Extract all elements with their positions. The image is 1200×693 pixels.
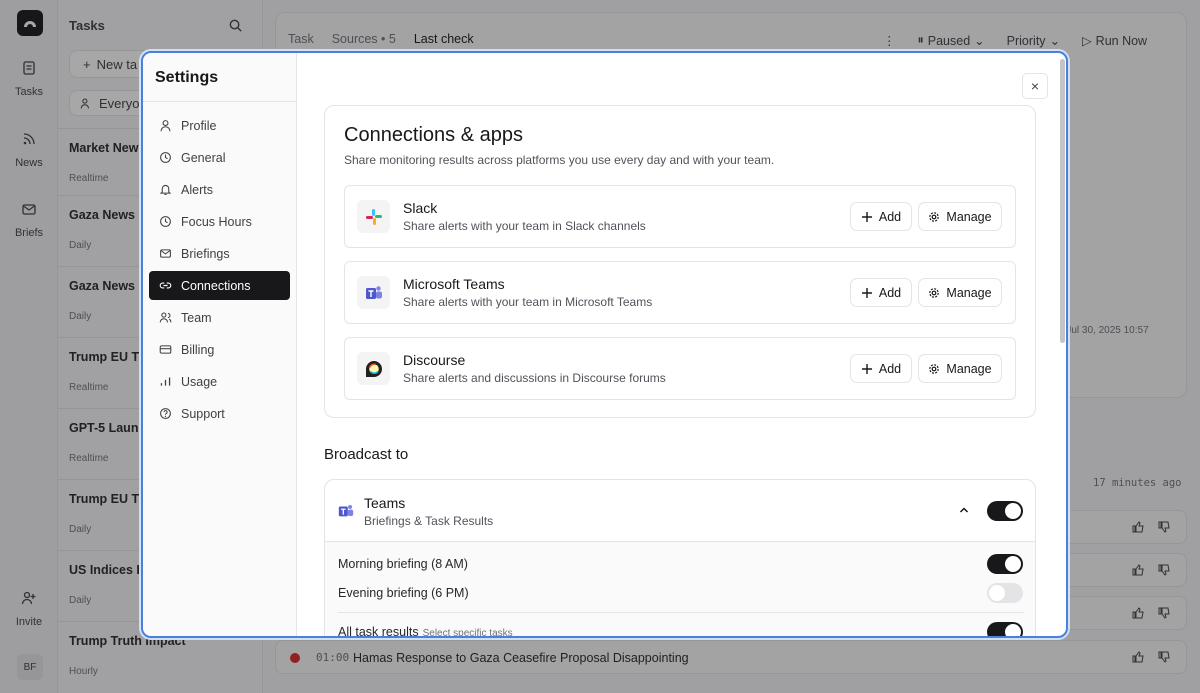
settings-item-alerts[interactable]: Alerts — [149, 175, 290, 204]
settings-item-connections[interactable]: Connections — [149, 271, 290, 300]
help-circle-icon — [160, 408, 171, 419]
add-label: Add — [878, 361, 902, 376]
connections-card: Connections & apps Share monitoring resu… — [324, 105, 1036, 418]
close-button[interactable]: × — [1022, 73, 1048, 99]
app-name: Slack — [403, 200, 438, 216]
settings-item-label: Connections — [181, 278, 251, 293]
bell-icon — [159, 184, 172, 195]
clock-icon — [160, 152, 171, 163]
settings-item-label: Support — [181, 406, 225, 421]
divider — [338, 612, 1024, 613]
settings-item-label: Alerts — [181, 182, 213, 197]
add-label: Add — [878, 285, 902, 300]
settings-item-label: General — [181, 150, 226, 165]
plus-icon — [861, 211, 872, 222]
add-label: Add — [878, 209, 902, 224]
broadcast-options: Morning briefing (8 AM) Evening briefing… — [325, 542, 1035, 636]
gear-icon — [929, 287, 940, 298]
all-results-label: All task results — [338, 625, 419, 636]
settings-item-focus-hours[interactable]: Focus Hours — [149, 207, 290, 236]
clock-icon — [160, 216, 171, 227]
chevron-up-icon[interactable] — [958, 504, 970, 516]
user-icon — [160, 120, 171, 132]
morning-briefing-toggle[interactable] — [987, 554, 1023, 574]
select-specific-tasks-link[interactable]: Select specific tasks — [423, 628, 513, 636]
card-icon — [159, 345, 172, 354]
app-description: Share alerts and discussions in Discours… — [403, 371, 666, 385]
link-icon — [159, 282, 172, 289]
settings-modal: Settings Profile General Alerts Focus Ho… — [141, 51, 1068, 638]
settings-content: Connections & apps Share monitoring resu… — [298, 53, 1063, 636]
settings-menu: Profile General Alerts Focus Hours Brief… — [149, 111, 290, 431]
option-morning-briefing: Morning briefing (8 AM) — [338, 557, 468, 571]
manage-discourse-button[interactable]: Manage — [918, 354, 1002, 383]
app-description: Share alerts with your team in Slack cha… — [403, 219, 646, 233]
settings-item-support[interactable]: Support — [149, 399, 290, 428]
broadcast-target-header[interactable]: Teams Briefings & Task Results — [325, 480, 1035, 542]
manage-label: Manage — [946, 209, 992, 224]
settings-item-label: Team — [181, 310, 212, 325]
settings-item-label: Usage — [181, 374, 218, 389]
app-name: Discourse — [403, 352, 466, 368]
teams-icon — [338, 504, 354, 517]
slack-icon — [357, 200, 390, 233]
add-slack-button[interactable]: Add — [850, 202, 912, 231]
settings-item-label: Focus Hours — [181, 214, 252, 229]
settings-item-team[interactable]: Team — [149, 303, 290, 332]
option-evening-briefing: Evening briefing (6 PM) — [338, 586, 469, 600]
option-all-task-results: All task results Select specific tasks — [338, 625, 513, 636]
evening-briefing-toggle[interactable] — [987, 583, 1023, 603]
teams-icon — [357, 276, 390, 309]
app-row-slack: Slack Share alerts with your team in Sla… — [344, 185, 1016, 248]
all-task-results-toggle[interactable] — [987, 622, 1023, 636]
users-icon — [159, 312, 172, 323]
app-row-teams: Microsoft Teams Share alerts with your t… — [344, 261, 1016, 324]
manage-label: Manage — [946, 285, 992, 300]
settings-item-briefings[interactable]: Briefings — [149, 239, 290, 268]
broadcast-target-name: Teams — [364, 495, 406, 511]
app-description: Share alerts with your team in Microsoft… — [403, 295, 653, 309]
settings-item-label: Briefings — [181, 246, 230, 261]
manage-slack-button[interactable]: Manage — [918, 202, 1002, 231]
settings-item-profile[interactable]: Profile — [149, 111, 290, 140]
broadcast-card: Teams Briefings & Task Results Morning b… — [324, 479, 1036, 636]
add-discourse-button[interactable]: Add — [850, 354, 912, 383]
teams-broadcast-toggle[interactable] — [987, 501, 1023, 521]
settings-item-usage[interactable]: Usage — [149, 367, 290, 396]
close-icon: × — [1030, 78, 1040, 94]
add-teams-button[interactable]: Add — [850, 278, 912, 307]
settings-item-general[interactable]: General — [149, 143, 290, 172]
plus-icon — [861, 363, 872, 374]
broadcast-heading: Broadcast to — [324, 446, 409, 463]
mail-icon — [160, 249, 171, 258]
settings-sidebar: Settings Profile General Alerts Focus Ho… — [143, 53, 297, 636]
gear-icon — [929, 363, 940, 374]
gear-icon — [929, 211, 940, 222]
settings-item-label: Profile — [181, 118, 217, 133]
divider — [143, 101, 297, 102]
scrollbar[interactable] — [1060, 59, 1065, 343]
discourse-icon — [357, 352, 390, 385]
settings-item-billing[interactable]: Billing — [149, 335, 290, 364]
manage-label: Manage — [946, 361, 992, 376]
settings-item-label: Billing — [181, 342, 215, 357]
bar-chart-icon — [160, 377, 171, 386]
plus-icon — [861, 287, 872, 298]
app-name: Microsoft Teams — [403, 276, 505, 292]
manage-teams-button[interactable]: Manage — [918, 278, 1002, 307]
settings-title: Settings — [155, 69, 219, 86]
app-row-discourse: Discourse Share alerts and discussions i… — [344, 337, 1016, 400]
broadcast-target-description: Briefings & Task Results — [364, 514, 494, 528]
connections-heading: Connections & apps — [344, 124, 524, 146]
connections-subheading: Share monitoring results across platform… — [344, 153, 775, 167]
